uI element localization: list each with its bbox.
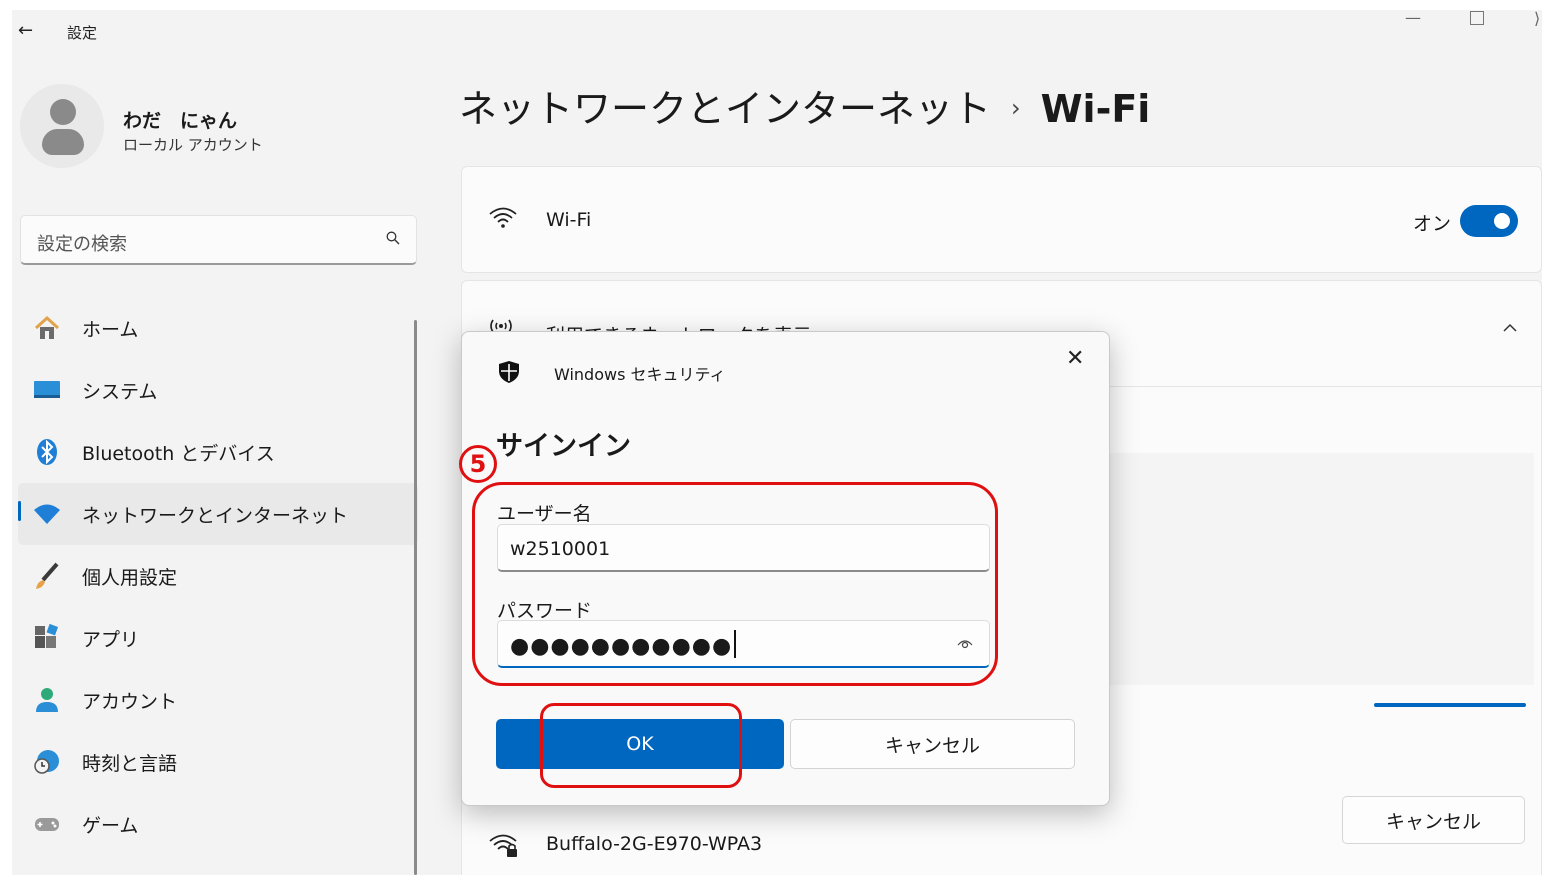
cancel-button[interactable]: キャンセル	[790, 719, 1075, 769]
wifi-toggle-card: Wi-Fi オン	[461, 166, 1542, 273]
breadcrumb: ネットワークとインターネット › Wi-Fi	[459, 78, 1150, 133]
back-arrow-icon[interactable]: ←	[18, 20, 33, 41]
sidebar-item-label: アカウント	[82, 690, 178, 713]
connecting-progress-bar	[1374, 703, 1526, 707]
title-bar: ← 設定 — ⟩	[12, 10, 1542, 54]
sidebar-item-bluetooth[interactable]: Bluetooth とデバイス	[18, 421, 418, 483]
game-icon	[32, 809, 62, 839]
sidebar-item-label: システム	[82, 380, 158, 403]
sidebar-item-label: ゲーム	[82, 814, 139, 837]
sidebar-item-label: 個人用設定	[82, 566, 178, 589]
shield-icon	[499, 361, 519, 383]
highlight-ok-box	[540, 703, 742, 788]
network-list-item[interactable]: Buffalo-2G-E970-WPA3	[462, 821, 1541, 875]
search-placeholder: 設定の検索	[37, 234, 127, 255]
wifi-icon	[489, 207, 517, 228]
network-name: Buffalo-2G-E970-WPA3	[546, 833, 763, 855]
sidebar-nav: ホーム システム Bluetooth とデバイス ネットワークとインターネット	[18, 297, 418, 855]
apps-icon	[32, 623, 62, 653]
system-icon	[32, 375, 62, 405]
sidebar-item-label: ネットワークとインターネット	[82, 504, 349, 527]
sidebar-item-label: 時刻と言語	[82, 752, 178, 775]
dialog-heading: サインイン	[496, 431, 631, 462]
close-window-button[interactable]: ⟩	[1534, 10, 1540, 28]
brush-icon	[32, 561, 62, 591]
profile-name: わだ にゃん	[123, 110, 238, 132]
breadcrumb-separator: ›	[1011, 94, 1021, 122]
sidebar-item-apps[interactable]: アプリ	[18, 607, 418, 669]
sidebar-item-label: アプリ	[82, 628, 140, 651]
search-icon	[386, 231, 400, 245]
page-title: Wi-Fi	[1040, 87, 1151, 131]
time-language-icon	[32, 747, 62, 777]
sidebar-item-accounts[interactable]: アカウント	[18, 669, 418, 731]
sidebar-scrollbar[interactable]	[414, 320, 417, 875]
app-title: 設定	[67, 24, 98, 42]
sidebar-item-label: ホーム	[82, 318, 139, 341]
avatar-body	[42, 129, 84, 155]
sidebar-item-personalization[interactable]: 個人用設定	[18, 545, 418, 607]
avatar[interactable]	[20, 84, 104, 168]
home-icon	[32, 313, 62, 343]
wifi-label: Wi-Fi	[546, 209, 592, 231]
sidebar-item-time-language[interactable]: 時刻と言語	[18, 731, 418, 793]
chevron-up-icon[interactable]	[1503, 321, 1517, 335]
minimize-button[interactable]: —	[1405, 10, 1421, 27]
active-indicator	[18, 501, 21, 521]
sidebar-item-home[interactable]: ホーム	[18, 297, 418, 359]
search-input[interactable]: 設定の検索	[20, 215, 417, 265]
bluetooth-icon	[32, 437, 62, 467]
sidebar-item-system[interactable]: システム	[18, 359, 418, 421]
sidebar-item-label: Bluetooth とデバイス	[82, 442, 275, 465]
avatar-head	[50, 99, 76, 125]
secured-wifi-icon	[489, 834, 517, 857]
wifi-toggle-state: オン	[1413, 213, 1452, 235]
profile-account-type: ローカル アカウント	[123, 136, 263, 154]
step-number-badge: 5	[459, 445, 497, 483]
toggle-knob	[1494, 213, 1510, 229]
maximize-button[interactable]	[1470, 11, 1484, 25]
network-icon	[32, 499, 62, 529]
breadcrumb-parent[interactable]: ネットワークとインターネット	[459, 87, 991, 131]
dialog-title: Windows セキュリティ	[554, 365, 726, 384]
sidebar-item-network[interactable]: ネットワークとインターネット	[18, 483, 418, 545]
account-icon	[32, 685, 62, 715]
sidebar-item-gaming[interactable]: ゲーム	[18, 793, 418, 855]
wifi-toggle[interactable]	[1460, 205, 1518, 237]
close-icon[interactable]: ✕	[1066, 346, 1084, 371]
windows-security-dialog: Windows セキュリティ ✕ サインイン 5 ユーザー名 w2510001 …	[459, 331, 1110, 806]
highlight-credentials-box	[472, 482, 998, 686]
